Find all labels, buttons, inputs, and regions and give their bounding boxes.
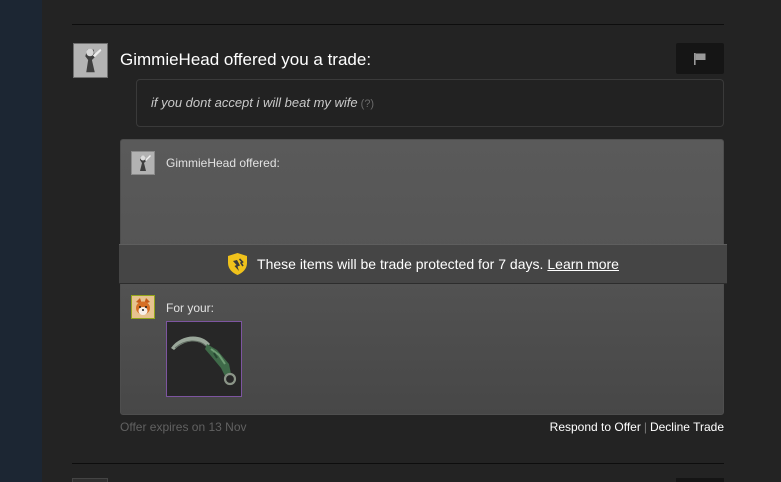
offer-expiry: Offer expires on 13 Nov — [120, 420, 247, 434]
item-slot[interactable] — [166, 321, 242, 397]
their-avatar[interactable] — [131, 151, 155, 175]
trade-offer-panel: GimmieHead offered: These items will be … — [119, 139, 727, 415]
respond-to-offer-link[interactable]: Respond to Offer — [550, 420, 641, 434]
message-bubble: if you dont accept i will beat my wife (?… — [136, 79, 724, 127]
actions-separator: | — [643, 420, 647, 434]
their-offer-label: GimmieHead offered: — [166, 156, 280, 170]
your-avatar[interactable] — [131, 295, 155, 319]
trade-protection-banner: These items will be trade protected for … — [119, 244, 727, 284]
protection-text: These items will be trade protected for … — [257, 256, 544, 272]
learn-more-link[interactable]: Learn more — [547, 256, 619, 272]
your-avatar-image — [132, 296, 154, 318]
offer-actions: Respond to Offer | Decline Trade — [550, 420, 724, 434]
trade-message: if you dont accept i will beat my wife (?… — [151, 95, 374, 110]
karambit-knife-icon — [171, 336, 237, 386]
their-avatar-image — [132, 152, 154, 174]
next-offer-avatar[interactable] — [72, 478, 108, 482]
trade-headline: GimmieHead offered you a trade: — [120, 50, 372, 69]
sender-avatar-image — [74, 44, 107, 77]
left-sidebar-strip — [0, 0, 42, 482]
divider-top — [72, 24, 724, 25]
trade-message-text: if you dont accept i will beat my wife — [151, 95, 358, 110]
message-help-link[interactable]: (?) — [361, 98, 374, 110]
your-items-label: For your: — [166, 301, 215, 315]
report-button[interactable] — [676, 43, 724, 74]
decline-trade-link[interactable]: Decline Trade — [650, 420, 724, 434]
divider-bottom — [72, 463, 724, 464]
next-offer-report-button[interactable] — [676, 478, 724, 482]
trade-protection-shield-icon — [227, 252, 248, 276]
sender-avatar[interactable] — [73, 43, 108, 78]
flag-icon — [694, 52, 706, 65]
